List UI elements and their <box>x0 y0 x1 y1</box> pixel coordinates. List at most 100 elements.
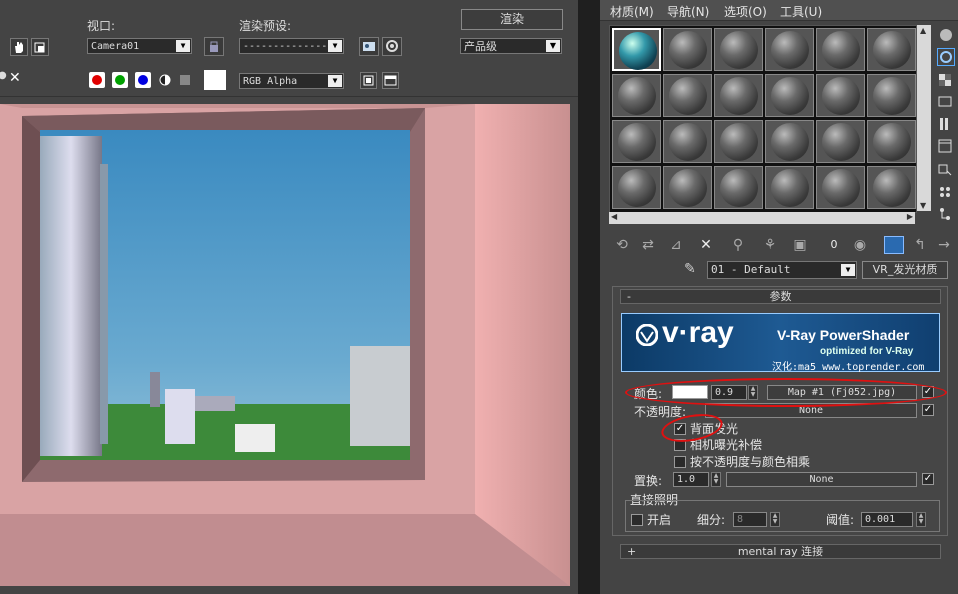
material-slot[interactable] <box>816 74 865 117</box>
material-slot[interactable] <box>612 120 661 163</box>
scroll-down-icon[interactable]: ▼ <box>920 201 926 210</box>
close-icon[interactable]: ✕ <box>9 70 21 86</box>
lock-viewport-icon[interactable] <box>204 37 224 56</box>
slots-horizontal-scrollbar[interactable]: ◀ ▶ <box>609 212 915 224</box>
chevron-down-icon: ▼ <box>176 40 190 52</box>
reset-icon[interactable]: ✕ <box>698 237 714 253</box>
material-slot[interactable] <box>612 166 661 209</box>
material-slot[interactable] <box>663 166 712 209</box>
channel-dropdown[interactable]: RGB Alpha ▼ <box>239 73 344 89</box>
mono-icon[interactable] <box>180 75 190 85</box>
region-icon[interactable] <box>31 38 49 56</box>
sample-type-icon[interactable] <box>937 26 955 44</box>
direct-lighting-on-checkbox[interactable] <box>631 514 643 526</box>
uv-tiling-icon[interactable] <box>937 94 955 112</box>
put-to-scene-icon[interactable]: ⇄ <box>640 237 656 253</box>
rollout-header-params[interactable]: - 参数 <box>620 289 941 304</box>
green-channel-button[interactable] <box>112 72 128 88</box>
material-slot[interactable] <box>867 120 916 163</box>
material-slot[interactable] <box>663 28 712 71</box>
menu-tools[interactable]: 工具(U) <box>780 3 822 20</box>
threshold-field[interactable]: 0.001 <box>861 512 913 527</box>
subdivs-field[interactable]: 8 <box>733 512 767 527</box>
material-sphere-icon <box>771 77 809 115</box>
material-slot[interactable] <box>765 120 814 163</box>
options-icon[interactable] <box>937 162 955 180</box>
alpha-channel-icon[interactable] <box>158 73 172 87</box>
material-type-button[interactable]: VR_发光材质 <box>862 261 948 279</box>
material-slot[interactable] <box>765 166 814 209</box>
get-material-icon[interactable]: ⟲ <box>614 237 630 253</box>
render-button[interactable]: 渲染 <box>461 9 563 30</box>
material-name-field[interactable]: 01 - Default ▼ <box>707 261 857 279</box>
banner-title: V-Ray PowerShader <box>777 327 910 343</box>
scroll-right-icon[interactable]: ▶ <box>907 212 913 221</box>
displace-amount-field[interactable]: 1.0 <box>673 472 709 487</box>
subdivs-spinner[interactable]: ▲ ▼ <box>770 512 780 527</box>
opacity-map-checkbox[interactable]: ✓ <box>922 404 934 416</box>
video-color-check-icon[interactable] <box>937 116 955 134</box>
material-sphere-icon <box>669 77 707 115</box>
quality-dropdown[interactable]: 产品级 ▼ <box>460 38 562 54</box>
menu-navigation[interactable]: 导航(N) <box>667 3 709 20</box>
material-slot[interactable] <box>612 28 661 71</box>
scroll-left-icon[interactable]: ◀ <box>611 212 617 221</box>
red-channel-button[interactable] <box>89 72 105 88</box>
show-map-icon[interactable]: ◉ <box>852 237 868 253</box>
pan-hand-icon[interactable] <box>10 38 28 56</box>
show-end-result-icon[interactable] <box>884 236 904 254</box>
environment-icon[interactable] <box>382 37 402 56</box>
material-slot[interactable] <box>612 74 661 117</box>
material-slot[interactable] <box>663 74 712 117</box>
material-id-icon[interactable]: 0 <box>826 237 842 253</box>
scroll-up-icon[interactable]: ▲ <box>920 26 926 35</box>
make-copy-icon[interactable]: ⚲ <box>730 237 746 253</box>
displace-map-checkbox[interactable]: ✓ <box>922 473 934 485</box>
banner-subtitle: optimized for V-Ray <box>820 346 914 357</box>
direct-lighting-on-label: 开启 <box>647 513 672 527</box>
menu-options[interactable]: 选项(O) <box>724 3 767 20</box>
put-to-library-icon[interactable]: ▣ <box>792 237 808 253</box>
threshold-label: 阈值: <box>826 513 855 527</box>
material-slot[interactable] <box>765 28 814 71</box>
material-sphere-icon <box>669 31 707 69</box>
material-slot[interactable] <box>867 74 916 117</box>
material-slot[interactable] <box>816 120 865 163</box>
material-sphere-icon <box>618 169 656 207</box>
blue-channel-button[interactable] <box>135 72 151 88</box>
material-slot[interactable] <box>816 28 865 71</box>
material-sphere-icon <box>619 32 657 70</box>
material-slot[interactable] <box>714 120 763 163</box>
menu-material[interactable]: 材质(M) <box>610 3 654 20</box>
assign-material-icon[interactable]: ⊿ <box>668 237 684 253</box>
clone-frame-icon[interactable] <box>382 72 399 89</box>
color-swatch[interactable] <box>204 70 226 90</box>
material-slot[interactable] <box>663 120 712 163</box>
material-slot[interactable] <box>714 166 763 209</box>
preset-dropdown[interactable]: ---------------- ▼ <box>239 38 344 54</box>
material-slot[interactable] <box>765 74 814 117</box>
select-by-material-icon[interactable] <box>937 184 955 202</box>
material-slot[interactable] <box>816 166 865 209</box>
go-to-parent-icon[interactable]: ↰ <box>912 237 928 253</box>
multiply-opacity-checkbox[interactable] <box>674 456 686 468</box>
displace-map-button[interactable]: None <box>726 472 917 487</box>
displace-amount-spinner[interactable]: ▲ ▼ <box>711 472 721 487</box>
viewport-dropdown[interactable]: Camera01 ▼ <box>87 38 192 54</box>
copy-image-icon[interactable] <box>360 72 377 89</box>
make-unique-icon[interactable]: ⚘ <box>762 237 778 253</box>
threshold-spinner[interactable]: ▲ ▼ <box>916 512 926 527</box>
material-slot[interactable] <box>867 28 916 71</box>
material-navigator-icon[interactable] <box>937 206 955 224</box>
material-slot[interactable] <box>714 28 763 71</box>
render-setup-icon[interactable] <box>359 37 379 56</box>
rollout-header-mental-ray[interactable]: + mental ray 连接 <box>620 544 941 559</box>
make-preview-icon[interactable] <box>937 138 955 156</box>
material-slot[interactable] <box>714 74 763 117</box>
slots-vertical-scrollbar[interactable]: ▲ ▼ <box>917 25 931 211</box>
backlight-icon[interactable] <box>937 48 955 66</box>
background-checker-icon[interactable] <box>937 72 955 90</box>
material-slot[interactable] <box>867 166 916 209</box>
eyedropper-icon[interactable]: ✎ <box>684 261 696 277</box>
go-forward-icon[interactable]: → <box>936 237 952 253</box>
